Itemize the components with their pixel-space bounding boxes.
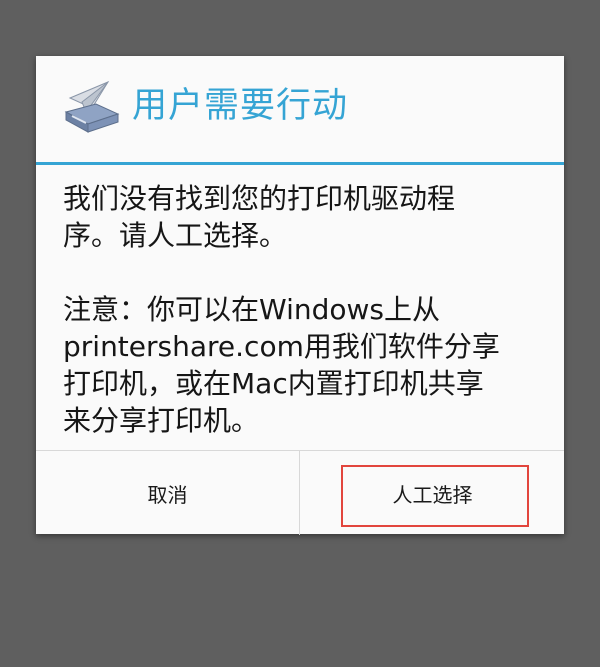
dialog-title: 用户需要行动 bbox=[132, 86, 349, 126]
message-paragraph-note: 注意：你可以在Windows上从 printershare.com用我们软件分享… bbox=[63, 293, 500, 437]
dialog-button-bar: 取消 人工选择 bbox=[36, 450, 564, 535]
printer-paper-plane-icon bbox=[64, 80, 120, 133]
manual-select-button[interactable]: 人工选择 bbox=[301, 451, 564, 535]
button-divider bbox=[299, 451, 300, 535]
title-divider bbox=[36, 162, 564, 165]
cancel-button[interactable]: 取消 bbox=[36, 451, 299, 535]
action-required-dialog: 用户需要行动 我们没有找到您的打印机驱动程 序。请人工选择。 注意：你可以在Wi… bbox=[36, 56, 564, 535]
message-paragraph-driver-not-found: 我们没有找到您的打印机驱动程 序。请人工选择。 bbox=[63, 182, 456, 252]
dialog-header: 用户需要行动 bbox=[36, 56, 564, 162]
dialog-message: 我们没有找到您的打印机驱动程 序。请人工选择。 注意：你可以在Windows上从… bbox=[63, 180, 543, 439]
